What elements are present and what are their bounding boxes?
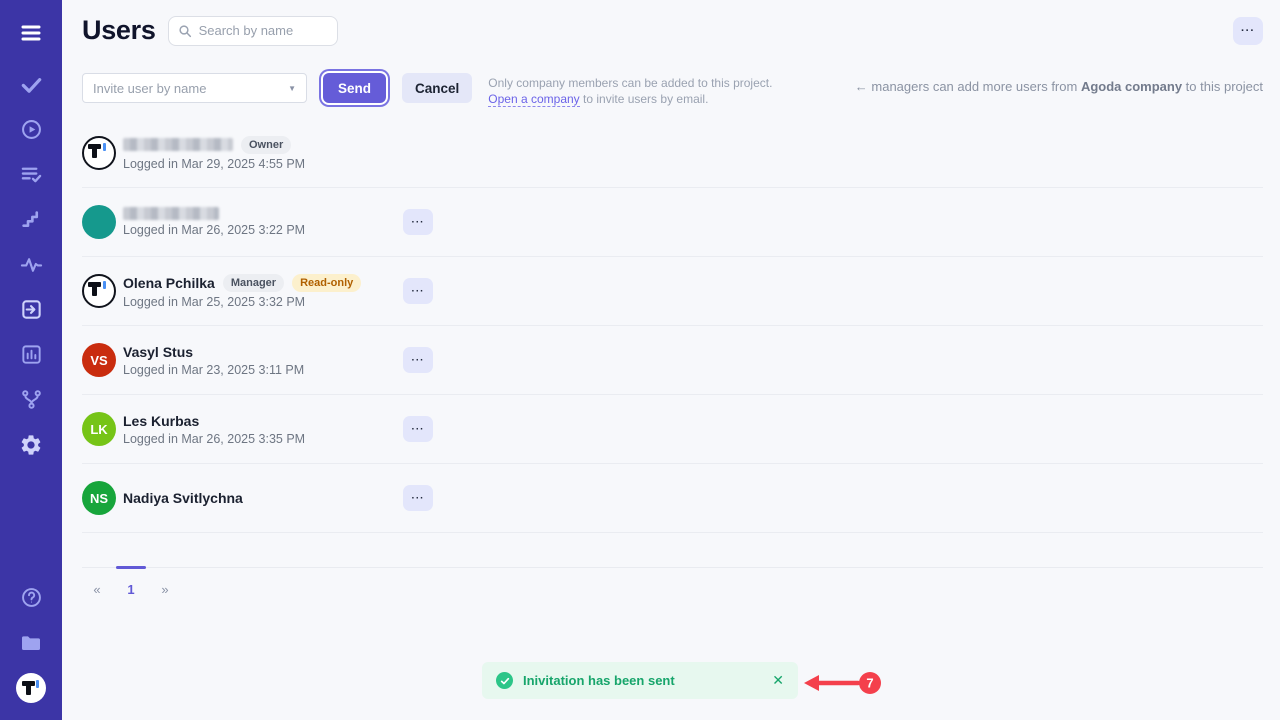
- invite-user-select[interactable]: Invite user by name ▼: [82, 73, 307, 103]
- search-icon: [177, 23, 193, 44]
- user-info: Vasyl Stus Logged in Mar 23, 2025 3:11 P…: [123, 344, 403, 377]
- main-content: Users ··· Invite user by name ▼ Send Can…: [62, 0, 1280, 720]
- user-logged-in: Logged in Mar 25, 2025 3:32 PM: [123, 295, 403, 309]
- enter-icon[interactable]: [0, 287, 62, 332]
- user-info: Olena Pchilka Manager Read-only Logged in …: [123, 274, 403, 309]
- avatar: [82, 136, 116, 170]
- user-info: Les Kurbas Logged in Mar 26, 2025 3:35 P…: [123, 413, 403, 446]
- avatar-logo-part: [92, 282, 97, 296]
- check-icon[interactable]: [0, 62, 62, 107]
- toast-close-icon[interactable]: ✕: [772, 672, 784, 689]
- page-header: Users ···: [82, 0, 1263, 46]
- role-badge: Owner: [241, 136, 291, 154]
- user-name: Nadiya Svitlychna: [123, 490, 243, 506]
- user-name-line: Owner: [123, 136, 403, 154]
- avatar: NS: [82, 481, 116, 515]
- folder-icon[interactable]: [0, 620, 62, 665]
- role-badge: Manager: [223, 274, 284, 292]
- user-row: NS Nadiya Svitlychna ···: [82, 464, 1263, 533]
- avatar-logo-part: [103, 143, 106, 151]
- settings-icon[interactable]: [0, 422, 62, 467]
- svg-text:7: 7: [866, 676, 873, 691]
- user-name-line: Nadiya Svitlychna: [123, 490, 403, 506]
- user-name: Les Kurbas: [123, 413, 199, 429]
- user-info: Nadiya Svitlychna: [123, 490, 403, 506]
- user-row: Owner Logged in Mar 29, 2025 4:55 PM: [82, 119, 1263, 188]
- user-info: Owner Logged in Mar 29, 2025 4:55 PM: [123, 136, 403, 171]
- manager-note: ← managers can add more users from Agoda…: [855, 73, 1263, 94]
- manager-note-company: Agoda company: [1081, 79, 1182, 94]
- active-page-indicator: [116, 566, 146, 569]
- search-input[interactable]: [168, 16, 338, 46]
- user-logged-in: Logged in Mar 23, 2025 3:11 PM: [123, 363, 403, 377]
- app-logo[interactable]: [0, 665, 62, 710]
- list-check-icon[interactable]: [0, 152, 62, 197]
- invite-note-line1: Only company members can be added to thi…: [488, 76, 772, 90]
- user-logged-in: Logged in Mar 29, 2025 4:55 PM: [123, 157, 403, 171]
- toast-message: Inivitation has been sent: [523, 673, 675, 688]
- row-more-button[interactable]: ···: [403, 485, 433, 511]
- send-button[interactable]: Send: [323, 73, 386, 103]
- bar-chart-icon[interactable]: [0, 332, 62, 377]
- user-name-line: Olena Pchilka Manager Read-only: [123, 274, 403, 292]
- play-circle-icon[interactable]: [0, 107, 62, 152]
- page-title: Users: [82, 15, 156, 46]
- toast-notification: Inivitation has been sent ✕: [482, 662, 798, 699]
- avatar: VS: [82, 343, 116, 377]
- pagination: « 1 »: [82, 567, 1263, 597]
- sidebar: [0, 0, 62, 720]
- row-more-button[interactable]: ···: [403, 347, 433, 373]
- role-badge: Read-only: [292, 274, 361, 292]
- user-row: Logged in Mar 26, 2025 3:22 PM ···: [82, 188, 1263, 257]
- steps-icon[interactable]: [0, 197, 62, 242]
- row-more-button[interactable]: ···: [403, 278, 433, 304]
- avatar: [82, 274, 116, 308]
- user-row: Olena Pchilka Manager Read-only Logged in …: [82, 257, 1263, 326]
- invite-bar: Invite user by name ▼ Send Cancel Only c…: [82, 73, 1263, 107]
- user-name-line: [123, 207, 403, 220]
- user-name-line: Les Kurbas: [123, 413, 403, 429]
- success-check-icon: [496, 672, 513, 689]
- user-info: Logged in Mar 26, 2025 3:22 PM: [123, 207, 403, 237]
- menu-icon[interactable]: [0, 10, 62, 55]
- user-name-line: Vasyl Stus: [123, 344, 403, 360]
- invite-note-line2: to invite users by email.: [580, 92, 709, 106]
- invite-select-placeholder: Invite user by name: [93, 81, 206, 96]
- user-logged-in: Logged in Mar 26, 2025 3:35 PM: [123, 432, 403, 446]
- user-logged-in: Logged in Mar 26, 2025 3:22 PM: [123, 223, 403, 237]
- avatar-logo-part: [103, 281, 106, 289]
- invite-note: Only company members can be added to thi…: [488, 73, 772, 107]
- redacted-user-name: [123, 207, 219, 220]
- branch-icon[interactable]: [0, 377, 62, 422]
- avatar: LK: [82, 412, 116, 446]
- pagination-next[interactable]: »: [153, 582, 177, 597]
- cancel-button[interactable]: Cancel: [402, 73, 472, 103]
- redacted-user-name: [123, 138, 233, 151]
- row-more-button[interactable]: ···: [403, 416, 433, 442]
- annotation-arrow-7: 7: [802, 668, 884, 698]
- search-wrap: [168, 16, 338, 46]
- pulse-icon[interactable]: [0, 242, 62, 287]
- page-more-button[interactable]: ···: [1233, 17, 1263, 45]
- user-name: Vasyl Stus: [123, 344, 193, 360]
- user-row: VS Vasyl Stus Logged in Mar 23, 2025 3:1…: [82, 326, 1263, 395]
- pagination-prev[interactable]: «: [85, 582, 109, 597]
- user-row: LK Les Kurbas Logged in Mar 26, 2025 3:3…: [82, 395, 1263, 464]
- avatar: [82, 205, 116, 239]
- avatar-logo-part: [92, 144, 97, 158]
- pagination-page-1[interactable]: 1: [119, 582, 143, 597]
- help-icon[interactable]: [0, 575, 62, 620]
- open-company-link[interactable]: Open a company: [488, 92, 579, 107]
- row-more-button[interactable]: ···: [403, 209, 433, 235]
- user-list: Owner Logged in Mar 29, 2025 4:55 PM Log…: [82, 119, 1263, 533]
- manager-note-suffix: to this project: [1182, 79, 1263, 94]
- chevron-down-icon: ▼: [288, 84, 296, 93]
- user-name: Olena Pchilka: [123, 275, 215, 291]
- manager-note-prefix: ← managers can add more users from: [855, 79, 1081, 94]
